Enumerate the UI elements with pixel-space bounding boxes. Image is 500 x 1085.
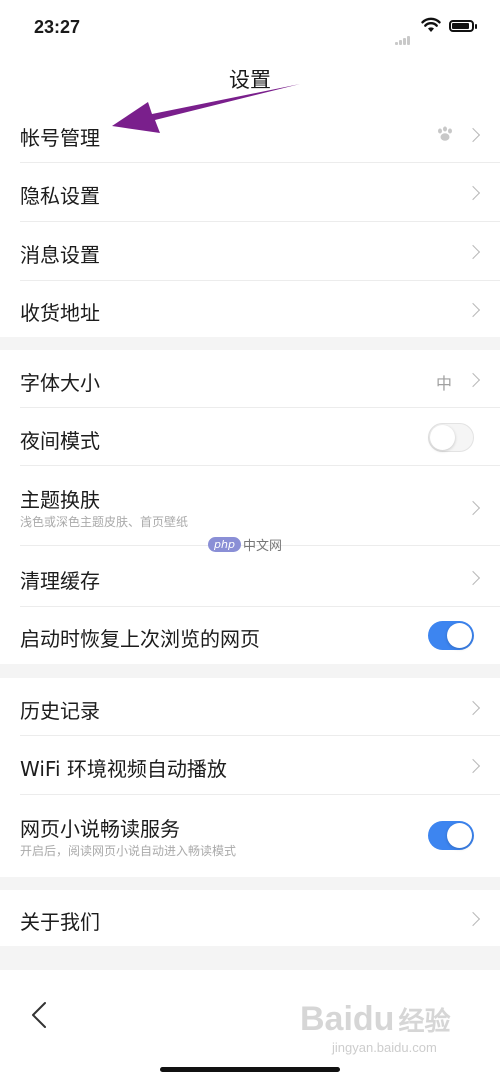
settings-item-font-size[interactable]: 字体大小 中 bbox=[0, 350, 500, 408]
back-chevron-icon[interactable] bbox=[28, 1000, 50, 1030]
restore-pages-toggle[interactable] bbox=[428, 621, 474, 650]
chevron-right-icon bbox=[465, 700, 481, 716]
baidu-url: jingyan.baidu.com bbox=[332, 1040, 437, 1055]
chevron-right-icon bbox=[465, 500, 481, 516]
item-label: 启动时恢复上次浏览的网页 bbox=[20, 627, 260, 651]
item-label: 消息设置 bbox=[20, 243, 100, 267]
item-label: 主题换肤 bbox=[20, 488, 100, 512]
chevron-right-icon bbox=[465, 758, 481, 774]
item-sublabel: 浅色或深色主题皮肤、首页壁纸 bbox=[20, 515, 189, 529]
section-separator bbox=[0, 337, 500, 350]
settings-item-night-mode: 夜间模式 bbox=[0, 408, 500, 466]
item-label: 关于我们 bbox=[20, 910, 100, 934]
night-mode-toggle[interactable] bbox=[428, 423, 474, 452]
php-badge: php bbox=[208, 537, 241, 552]
item-label: 清理缓存 bbox=[20, 569, 100, 593]
section-separator bbox=[0, 946, 500, 970]
cellular-signal-icon bbox=[395, 26, 411, 45]
annotation-arrow bbox=[112, 84, 300, 133]
item-label: WiFi 环境视频自动播放 bbox=[20, 757, 227, 781]
settings-item-novel-reader: 网页小说畅读服务 开启后，阅读网页小说自动进入畅读模式 bbox=[0, 795, 500, 877]
item-label: 字体大小 bbox=[20, 371, 100, 395]
item-label: 夜间模式 bbox=[20, 429, 100, 453]
chevron-right-icon bbox=[465, 127, 481, 143]
chevron-right-icon bbox=[465, 570, 481, 586]
settings-item-privacy[interactable]: 隐私设置 bbox=[0, 163, 500, 222]
wifi-icon bbox=[421, 17, 441, 32]
settings-item-history[interactable]: 历史记录 bbox=[0, 678, 500, 736]
item-sublabel: 开启后，阅读网页小说自动进入畅读模式 bbox=[20, 844, 237, 858]
settings-item-clear-cache[interactable]: 清理缓存 bbox=[0, 546, 500, 607]
settings-item-address[interactable]: 收货地址 bbox=[0, 281, 500, 337]
home-indicator bbox=[160, 1067, 340, 1072]
settings-item-about[interactable]: 关于我们 bbox=[0, 890, 500, 946]
paw-avatar-icon bbox=[438, 126, 452, 141]
item-label: 网页小说畅读服务 bbox=[20, 817, 180, 841]
battery-icon bbox=[449, 20, 477, 32]
item-label: 收货地址 bbox=[20, 301, 100, 325]
baidu-watermark: Baidu 经验 jingyan.baidu.com bbox=[300, 1000, 451, 1055]
settings-item-restore-pages: 启动时恢复上次浏览的网页 bbox=[0, 607, 500, 664]
chevron-right-icon bbox=[465, 911, 481, 927]
font-size-value: 中 bbox=[435, 374, 452, 393]
novel-reader-toggle[interactable] bbox=[428, 821, 474, 850]
status-time: 23:27 bbox=[34, 17, 81, 37]
section-separator bbox=[0, 877, 500, 890]
status-bar: 23:27 bbox=[0, 0, 500, 56]
item-label: 帐号管理 bbox=[20, 126, 100, 150]
item-label: 历史记录 bbox=[20, 699, 100, 723]
settings-item-messages[interactable]: 消息设置 bbox=[0, 222, 500, 281]
baidu-jingyan-text: 经验 bbox=[398, 1006, 451, 1036]
section-separator bbox=[0, 664, 500, 678]
settings-item-wifi-autoplay[interactable]: WiFi 环境视频自动播放 bbox=[0, 736, 500, 795]
item-label: 隐私设置 bbox=[20, 184, 100, 208]
php-watermark: php 中文网 bbox=[208, 534, 282, 554]
chevron-right-icon bbox=[465, 302, 481, 318]
chevron-right-icon bbox=[465, 372, 481, 388]
baidu-logo-text: Baidu bbox=[300, 1000, 395, 1038]
chevron-right-icon bbox=[465, 185, 481, 201]
chevron-right-icon bbox=[465, 244, 481, 260]
php-text: 中文网 bbox=[242, 539, 282, 554]
